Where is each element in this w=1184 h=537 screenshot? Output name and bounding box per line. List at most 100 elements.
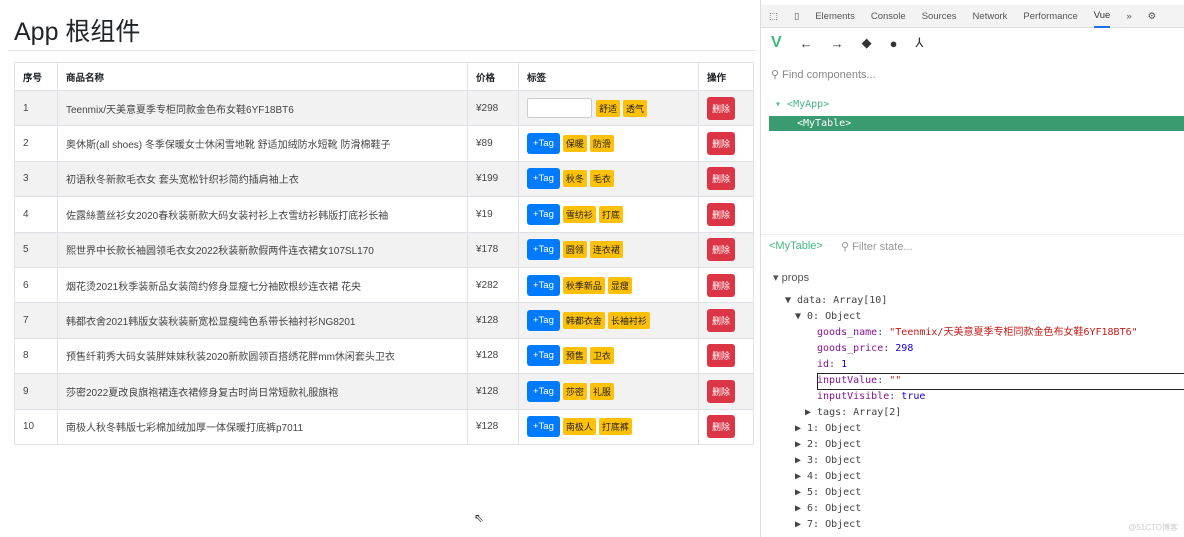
tag-badge: 预售 bbox=[562, 347, 587, 365]
vue-toolbar: V ← → ◆ ● ⅄ bbox=[761, 30, 923, 56]
table-row: 9 莎密2022夏改良旗袍裙连衣裙修身复古时尚日常短款礼服旗袍 ¥128 +Ta… bbox=[14, 373, 754, 410]
highlight-box bbox=[817, 373, 1184, 390]
add-tag-button[interactable]: +Tag bbox=[527, 380, 560, 402]
tag-badge: 保暖 bbox=[562, 135, 587, 153]
tag-badge: 韩都衣舍 bbox=[562, 312, 605, 330]
tab-console[interactable]: Console bbox=[871, 11, 906, 22]
goods-name: 初语秋冬新款毛衣女 套头宽松针织衫简约插肩袖上衣 bbox=[57, 160, 468, 198]
state-line[interactable]: ▶ 4: Object bbox=[795, 469, 861, 485]
add-tag-button[interactable]: +Tag bbox=[527, 345, 560, 367]
routes-icon[interactable]: ⅄ bbox=[916, 35, 924, 51]
state-line[interactable]: ▶ 3: Object bbox=[795, 453, 861, 469]
actions-cell: 删除 bbox=[698, 302, 754, 339]
tree-item-mytable[interactable]: <MyTable> bbox=[769, 116, 1184, 131]
delete-button[interactable]: 删除 bbox=[707, 415, 736, 439]
delete-button[interactable]: 删除 bbox=[707, 132, 736, 156]
delete-button[interactable]: 删除 bbox=[707, 273, 736, 297]
add-tag-button[interactable]: +Tag bbox=[527, 168, 560, 190]
goods-price: ¥178 bbox=[467, 231, 519, 268]
goods-price: ¥298 bbox=[467, 89, 519, 127]
state-line[interactable]: ▼ 0: Object bbox=[795, 309, 861, 325]
add-tag-button[interactable]: +Tag bbox=[527, 203, 560, 225]
add-tag-button[interactable]: +Tag bbox=[527, 310, 560, 332]
tags-cell: 舒适 透气 bbox=[518, 89, 699, 127]
table-row: 8 预售纤莉秀大码女装胖妹妹秋装2020新款圆领百搭绣花胖mm休闲套头卫衣 ¥1… bbox=[14, 337, 754, 375]
delete-button[interactable]: 删除 bbox=[707, 309, 736, 333]
filter-state-input[interactable]: ⚲ Filter state... bbox=[841, 240, 913, 253]
settings-icon[interactable]: ⚙ bbox=[1148, 11, 1157, 22]
tags-cell: +Tag 秋冬 毛衣 bbox=[518, 160, 699, 198]
tab-sources[interactable]: Sources bbox=[922, 11, 957, 22]
selected-component-name: <MyTable> bbox=[769, 240, 823, 252]
row-index: 10 bbox=[14, 408, 58, 445]
delete-button[interactable]: 删除 bbox=[707, 379, 736, 403]
add-tag-button[interactable]: +Tag bbox=[527, 416, 560, 438]
tag-badge: 雪纺衫 bbox=[562, 205, 596, 223]
search-icon: ⚲ bbox=[771, 69, 783, 81]
forward-arrow-icon[interactable]: → bbox=[831, 36, 844, 51]
state-line[interactable]: ▶ tags: Array[2] bbox=[805, 405, 901, 421]
tree-item-myapp[interactable]: ▾ <MyApp> bbox=[775, 99, 829, 110]
table-row: 5 熙世界中长款长袖圆领毛衣女2022秋装新款假两件连衣裙女107SL170 ¥… bbox=[14, 231, 754, 268]
tab-network[interactable]: Network bbox=[973, 11, 1008, 22]
components-icon[interactable]: ◆ bbox=[862, 35, 872, 51]
props-section[interactable]: ▾ props bbox=[773, 271, 809, 284]
tag-badge: 显瘦 bbox=[607, 276, 632, 294]
delete-button[interactable]: 删除 bbox=[707, 96, 736, 120]
delete-button[interactable]: 删除 bbox=[707, 202, 736, 226]
delete-button[interactable]: 删除 bbox=[707, 167, 736, 191]
state-line[interactable]: ▼ data: Array[10] bbox=[785, 293, 887, 309]
goods-name: 烟花烫2021秋季装新品女装简约修身显瘦七分袖欧根纱连衣裙 花央 bbox=[57, 266, 468, 304]
tab-elements[interactable]: Elements bbox=[815, 11, 855, 22]
vue-logo-icon: V bbox=[771, 34, 782, 51]
state-line[interactable]: ▶ 6: Object bbox=[795, 501, 861, 517]
tags-cell: +Tag 保暖 防滑 bbox=[518, 125, 699, 162]
row-index: 4 bbox=[14, 196, 58, 233]
watermark: @51CTO博客 bbox=[1128, 523, 1178, 532]
tab-vue[interactable]: Vue bbox=[1093, 5, 1111, 28]
page-title: App 根组件 bbox=[14, 18, 141, 46]
state-line[interactable]: ▶ 2: Object bbox=[795, 437, 861, 453]
row-index: 3 bbox=[14, 160, 58, 198]
device-toggle-icon[interactable]: ▯ bbox=[794, 11, 799, 22]
new-tag-input[interactable] bbox=[527, 98, 592, 119]
state-line[interactable]: ▶ 7: Object bbox=[795, 517, 861, 533]
table-row: 6 烟花烫2021秋季装新品女装简约修身显瘦七分袖欧根纱连衣裙 花央 ¥282 … bbox=[14, 266, 754, 304]
header-index: 序号 bbox=[14, 62, 58, 91]
search-icon: ⚲ bbox=[841, 241, 853, 253]
goods-name: 韩都衣舍2021韩版女装秋装新宽松显瘦纯色系带长袖衬衫NG8201 bbox=[57, 302, 468, 339]
goods-name: Teenmix/天美意夏季专柜同款金色布女鞋6YF18BT6 bbox=[57, 89, 468, 127]
more-tabs-button[interactable]: » bbox=[1126, 11, 1131, 22]
tags-cell: +Tag 莎密 礼服 bbox=[518, 373, 699, 410]
tag-badge: 长袖衬衫 bbox=[607, 312, 650, 330]
state-line[interactable]: ▶ 1: Object bbox=[795, 421, 861, 437]
delete-button[interactable]: 删除 bbox=[707, 238, 736, 262]
goods-name: 南极人秋冬韩版七彩棉加绒加厚一体保暖打底裤p7011 bbox=[57, 408, 468, 445]
row-index: 9 bbox=[14, 373, 58, 410]
tags-cell: +Tag 圆领 连衣裙 bbox=[518, 231, 699, 268]
table-row: 1 Teenmix/天美意夏季专柜同款金色布女鞋6YF18BT6 ¥298 舒适… bbox=[14, 89, 754, 127]
state-line[interactable]: goods_name: "Teenmix/天美意夏季专柜同款金色布女鞋6YF18… bbox=[817, 325, 1138, 341]
back-arrow-icon[interactable]: ← bbox=[800, 36, 813, 51]
state-line[interactable]: ▶ 5: Object bbox=[795, 485, 861, 501]
actions-cell: 删除 bbox=[698, 160, 754, 198]
tags-cell: +Tag 韩都衣舍 长袖衬衫 bbox=[518, 302, 699, 339]
delete-button[interactable]: 删除 bbox=[707, 344, 736, 368]
tab-performance[interactable]: Performance bbox=[1023, 11, 1077, 22]
tag-badge: 防滑 bbox=[589, 135, 614, 153]
add-tag-button[interactable]: +Tag bbox=[527, 274, 560, 296]
table-row: 7 韩都衣舍2021韩版女装秋装新宽松显瘦纯色系带长袖衬衫NG8201 ¥128… bbox=[14, 302, 754, 339]
tag-badge: 秋季新品 bbox=[562, 276, 605, 294]
state-line[interactable]: goods_price: 298 bbox=[817, 341, 913, 357]
goods-price: ¥282 bbox=[467, 266, 519, 304]
add-tag-button[interactable]: +Tag bbox=[527, 239, 560, 261]
add-tag-button[interactable]: +Tag bbox=[527, 133, 560, 155]
state-line[interactable]: inputVisible: true bbox=[817, 389, 925, 405]
goods-name: 预售纤莉秀大码女装胖妹妹秋装2020新款圆领百搭绣花胖mm休闲套头卫衣 bbox=[57, 337, 468, 375]
inspect-icon[interactable]: ⬚ bbox=[769, 11, 778, 22]
state-line[interactable]: id: 1 bbox=[817, 357, 847, 373]
tags-cell: +Tag 秋季新品 显瘦 bbox=[518, 266, 699, 304]
timeline-icon[interactable]: ● bbox=[890, 36, 898, 51]
actions-cell: 删除 bbox=[698, 266, 754, 304]
find-components-input[interactable]: ⚲ Find components... bbox=[771, 68, 876, 81]
